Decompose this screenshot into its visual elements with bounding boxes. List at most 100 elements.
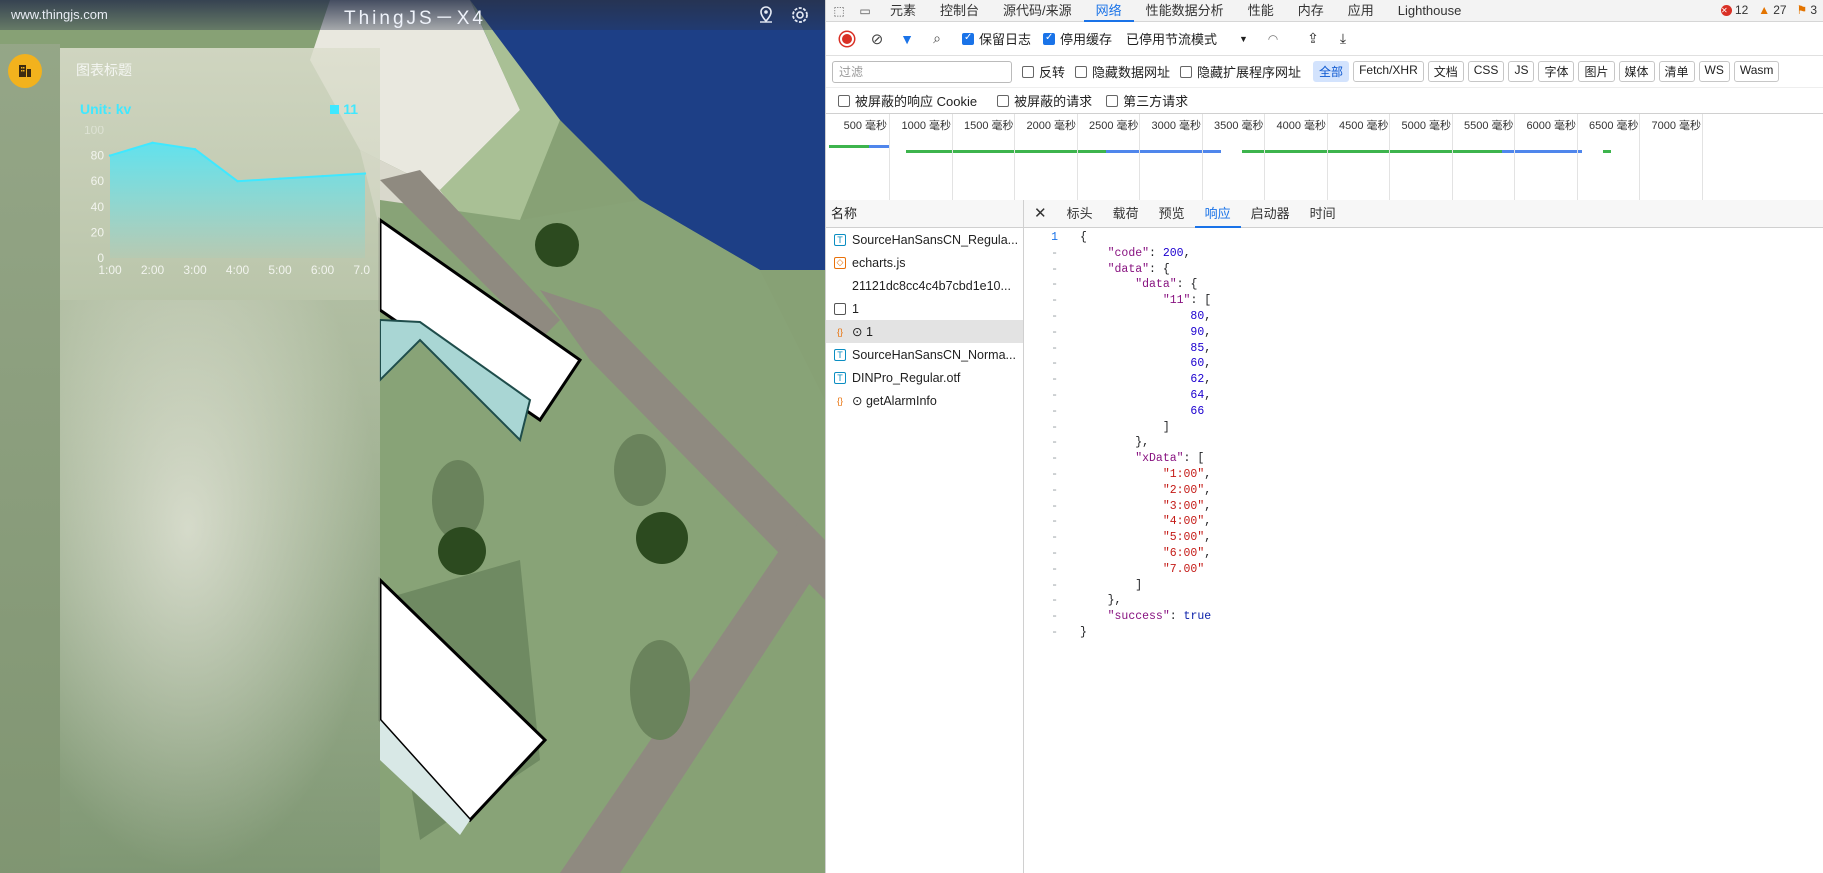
type-filter-chip[interactable]: 媒体 — [1618, 61, 1655, 82]
building-button[interactable] — [8, 54, 42, 88]
type-filter-chip[interactable]: Fetch/XHR — [1353, 61, 1424, 82]
timeline-tick-label: 500 毫秒 — [843, 120, 887, 132]
timeline-tick-label: 6500 毫秒 — [1589, 120, 1639, 132]
type-filter-chip[interactable]: CSS — [1467, 61, 1505, 82]
filter-input[interactable]: 过滤 — [832, 60, 1012, 83]
filter-bar-secondary: 被屏蔽的响应 Cookie 被屏蔽的请求 第三方请求 — [826, 88, 1823, 114]
issue-counts[interactable]: ✕ 12 ▲ 27 ⚑ 3 — [1720, 3, 1817, 17]
timeline-tick-label: 3500 毫秒 — [1214, 120, 1264, 132]
detail-tab[interactable]: 载荷 — [1103, 200, 1149, 228]
devtools-tab[interactable]: 网络 — [1083, 0, 1134, 22]
import-har-icon[interactable]: ⇪ — [1300, 26, 1326, 52]
type-filter-chip[interactable]: 清单 — [1658, 61, 1695, 82]
request-row[interactable]: {} ⊙ 1 — [826, 320, 1023, 343]
type-filter-chip[interactable]: 全部 — [1313, 61, 1350, 82]
request-row[interactable]: ◇ echarts.js — [826, 251, 1023, 274]
detail-tab[interactable]: 响应 — [1194, 200, 1241, 228]
export-har-icon[interactable]: ⤓ — [1330, 26, 1356, 52]
response-line: - "11": [ — [1024, 293, 1823, 309]
devtools-tab[interactable]: 控制台 — [928, 0, 991, 22]
search-icon[interactable]: ⌕ — [924, 26, 950, 52]
hide-data-urls-label: 隐藏数据网址 — [1092, 65, 1171, 80]
chevron-down-icon: ▼ — [1239, 33, 1248, 44]
timeline-tick-label: 5500 毫秒 — [1464, 120, 1514, 132]
request-detail: ✕ 标头 载荷 预览 响应 启动器 时间 1{- "code": 200, - "data"… — [1024, 200, 1823, 873]
request-row[interactable]: T DINPro_Regular.otf — [826, 366, 1023, 389]
y-tick-label: 100 — [84, 126, 104, 137]
detail-tab[interactable]: 预览 — [1149, 200, 1195, 228]
network-timeline[interactable]: 500 毫秒 1000 毫秒 1500 毫秒 2000 毫秒 2500 毫秒 3000 毫… — [826, 114, 1823, 202]
chart-legend[interactable]: 11 — [330, 101, 358, 117]
third-party-checkbox[interactable]: 第三方请求 — [1106, 91, 1188, 110]
request-row[interactable]: {} ⊙ getAlarmInfo — [826, 389, 1023, 412]
response-line: - "xData": [ — [1024, 451, 1823, 467]
filter-icon[interactable]: ▼ — [894, 26, 920, 52]
checkbox-checked-icon — [1043, 32, 1056, 45]
clear-icon[interactable]: ⊘ — [864, 26, 890, 52]
detail-tab[interactable]: 标头 — [1057, 200, 1103, 228]
detail-tab[interactable]: 时间 — [1300, 200, 1346, 228]
legend-label: 11 — [343, 101, 358, 117]
response-line: - "6:00", — [1024, 546, 1823, 562]
x-tick-label: 6:00 — [311, 263, 335, 276]
line-number: - — [1051, 483, 1058, 497]
name-column-header[interactable]: 名称 — [826, 200, 1023, 228]
warning-count[interactable]: ▲ 27 — [1758, 3, 1786, 17]
timeline-gridline — [1139, 114, 1140, 201]
x-tick-label: 4:00 — [226, 263, 250, 276]
x-tick-label: 3:00 — [183, 263, 207, 276]
issue-count[interactable]: ⚑ 3 — [1797, 3, 1817, 17]
request-row[interactable]: T SourceHanSansCN_Norma... — [826, 343, 1023, 366]
timeline-gridline — [1576, 114, 1578, 201]
request-list: 名称 T SourceHanSansCN_Regula... ◇ echarts.js… — [826, 200, 1024, 873]
devtools-tab[interactable]: 性能 — [1236, 0, 1286, 22]
detail-tab[interactable]: 启动器 — [1241, 200, 1300, 228]
type-filter-chip[interactable]: Wasm — [1733, 61, 1780, 82]
network-panel-body: 名称 T SourceHanSansCN_Regula... ◇ echarts.js… — [826, 200, 1823, 873]
hide-extension-urls-checkbox[interactable]: 隐藏扩展程序网址 — [1180, 62, 1301, 81]
devtools-tab[interactable]: 元素 — [878, 0, 928, 22]
devtools-tab[interactable]: 性能数据分析 — [1134, 0, 1236, 22]
site-url[interactable]: www.thingjs.com — [11, 7, 108, 22]
response-line: 1{ — [1024, 230, 1823, 246]
line-text: "code": 200, — [1107, 246, 1191, 260]
inspect-icon[interactable]: ⬚ — [826, 0, 852, 22]
blocked-cookies-checkbox[interactable]: 被屏蔽的响应 Cookie — [838, 91, 977, 110]
devtools-tab[interactable]: 应用 — [1336, 0, 1386, 22]
type-filter-chip[interactable]: JS — [1508, 61, 1535, 82]
type-filter-chip[interactable]: 文档 — [1427, 61, 1464, 82]
throttling-select[interactable]: 已停用节流模式 ▼ — [1126, 29, 1248, 48]
device-toggle-icon[interactable]: ▭ — [852, 0, 878, 22]
request-row[interactable]: 21121dc8cc4c4b7cbd1e10... — [826, 274, 1023, 297]
scene-viewport[interactable]: www.thingjs.com ThingJS－X4 图表标题 Unit: kv… — [0, 0, 825, 873]
request-row[interactable]: 1 — [826, 297, 1023, 320]
blocked-requests-checkbox[interactable]: 被屏蔽的请求 — [997, 91, 1092, 110]
fetch-icon: {} — [836, 395, 843, 406]
devtools: ⬚ ▭ 元素 控制台 源代码/来源 网络 性能数据分析 性能 内存 应用 Lighthouse … — [825, 0, 1823, 873]
disable-cache-checkbox[interactable]: 停用缓存 — [1043, 29, 1112, 48]
invert-checkbox[interactable]: 反转 — [1022, 62, 1065, 81]
preserve-log-checkbox[interactable]: 保留日志 — [962, 29, 1031, 48]
type-filter-chip[interactable]: 图片 — [1578, 61, 1615, 82]
hide-data-urls-checkbox[interactable]: 隐藏数据网址 — [1075, 62, 1170, 81]
line-number: - — [1051, 404, 1058, 418]
response-line: - "4:00", — [1024, 514, 1823, 530]
response-line: - "2:00", — [1024, 483, 1823, 499]
type-filter-chip[interactable]: 字体 — [1538, 61, 1575, 82]
devtools-tab[interactable]: 源代码/来源 — [991, 0, 1084, 22]
record-icon[interactable] — [834, 26, 860, 52]
timeline-tick-label: 1000 毫秒 — [901, 120, 952, 132]
devtools-tab[interactable]: 内存 — [1286, 0, 1336, 22]
request-row[interactable]: T SourceHanSansCN_Regula... — [826, 228, 1023, 251]
error-count-value: 12 — [1734, 3, 1749, 17]
settings-icon[interactable] — [790, 5, 810, 25]
error-count[interactable]: ✕ 12 — [1720, 3, 1749, 17]
type-filter-chip[interactable]: WS — [1698, 61, 1730, 82]
error-icon: ✕ — [1720, 4, 1732, 16]
response-body[interactable]: 1{- "code": 200, - "data": {- "data": {- … — [1024, 230, 1823, 873]
network-conditions-icon[interactable]: ◠ — [1260, 26, 1286, 52]
fetch-icon: {} — [836, 326, 843, 337]
devtools-tab[interactable]: Lighthouse — [1386, 0, 1474, 22]
close-icon[interactable]: ✕ — [1024, 200, 1057, 228]
location-icon[interactable] — [756, 5, 776, 25]
